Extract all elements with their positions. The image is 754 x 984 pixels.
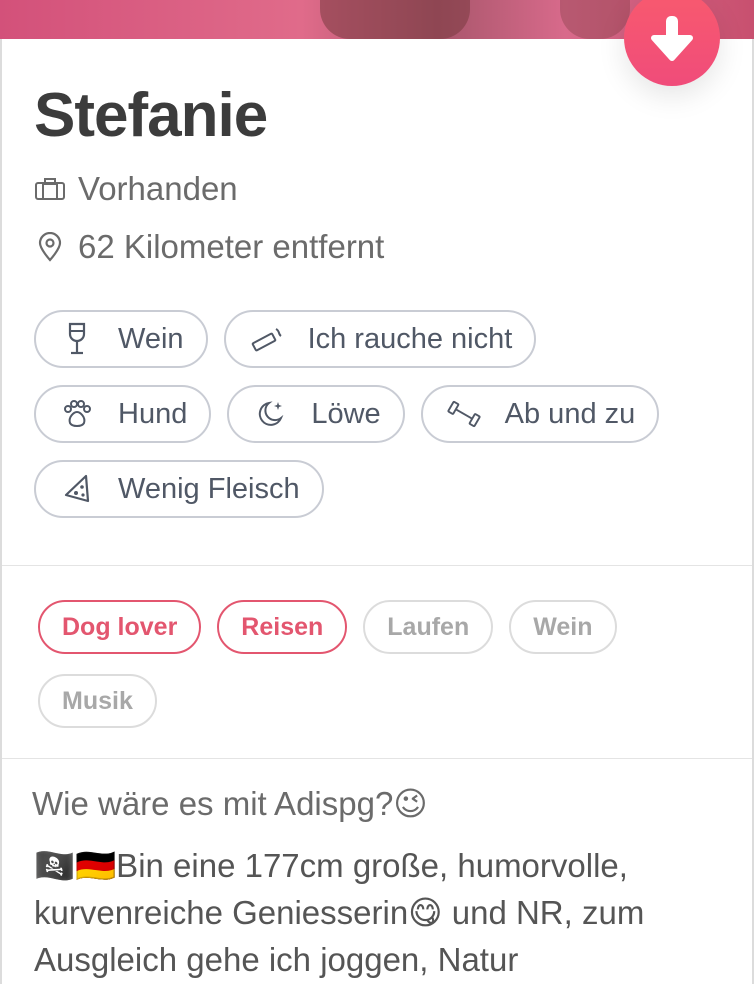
profile-name: Stefanie: [34, 81, 268, 150]
wine-glass-icon: [60, 322, 94, 356]
passion-tag: Laufen: [363, 600, 494, 654]
passions-list: Dog lover Reisen Laufen Wein Musik: [38, 600, 718, 728]
passion-tag: Reisen: [217, 600, 348, 654]
lifestyle-label: Wein: [118, 322, 184, 355]
bio-title: Wie wäre es mit Adispg?😉: [32, 785, 428, 822]
photo-detail: [560, 0, 630, 39]
lifestyle-label: Ich rauche nicht: [307, 322, 513, 355]
moon-star-icon: [253, 397, 287, 431]
lifestyle-chip: Ich rauche nicht: [223, 310, 537, 368]
lifestyle-label: Wenig Fleisch: [118, 472, 300, 505]
lifestyle-label: Löwe: [311, 397, 381, 430]
distance-text: 62 Kilometer entfernt: [78, 228, 385, 265]
photo-detail: [320, 0, 470, 39]
lifestyle-label: Hund: [118, 397, 188, 430]
dumbbell-icon: [447, 397, 481, 431]
briefcase-icon: [34, 173, 66, 205]
arrow-down-icon: [651, 16, 693, 61]
job-text: Vorhanden: [78, 170, 238, 207]
distance-row: 62 Kilometer entfernt: [34, 228, 384, 266]
passion-tag: Dog lover: [38, 600, 202, 654]
lifestyle-chip: Wein: [34, 310, 208, 368]
lifestyle-label: Ab und zu: [504, 397, 636, 430]
section-divider: [2, 758, 752, 759]
section-divider: [2, 565, 752, 566]
passion-tag: Musik: [38, 674, 157, 728]
job-row: Vorhanden: [34, 170, 238, 208]
pizza-slice-icon: [60, 472, 94, 506]
passion-tag: Wein: [509, 600, 617, 654]
lifestyle-chip: Löwe: [227, 385, 405, 443]
bio-text: 🏴‍☠️🇩🇪Bin eine 177cm große, humorvolle, …: [34, 847, 645, 978]
location-pin-icon: [34, 231, 66, 263]
lifestyle-chip: Ab und zu: [420, 385, 660, 443]
lifestyle-chips: Wein Ich rauche nicht Hund Löwe Ab und z…: [34, 310, 724, 518]
lifestyle-chip: Wenig Fleisch: [34, 460, 324, 518]
cigarette-icon: [250, 322, 284, 356]
lifestyle-chip: Hund: [34, 385, 212, 443]
paw-icon: [60, 397, 94, 431]
